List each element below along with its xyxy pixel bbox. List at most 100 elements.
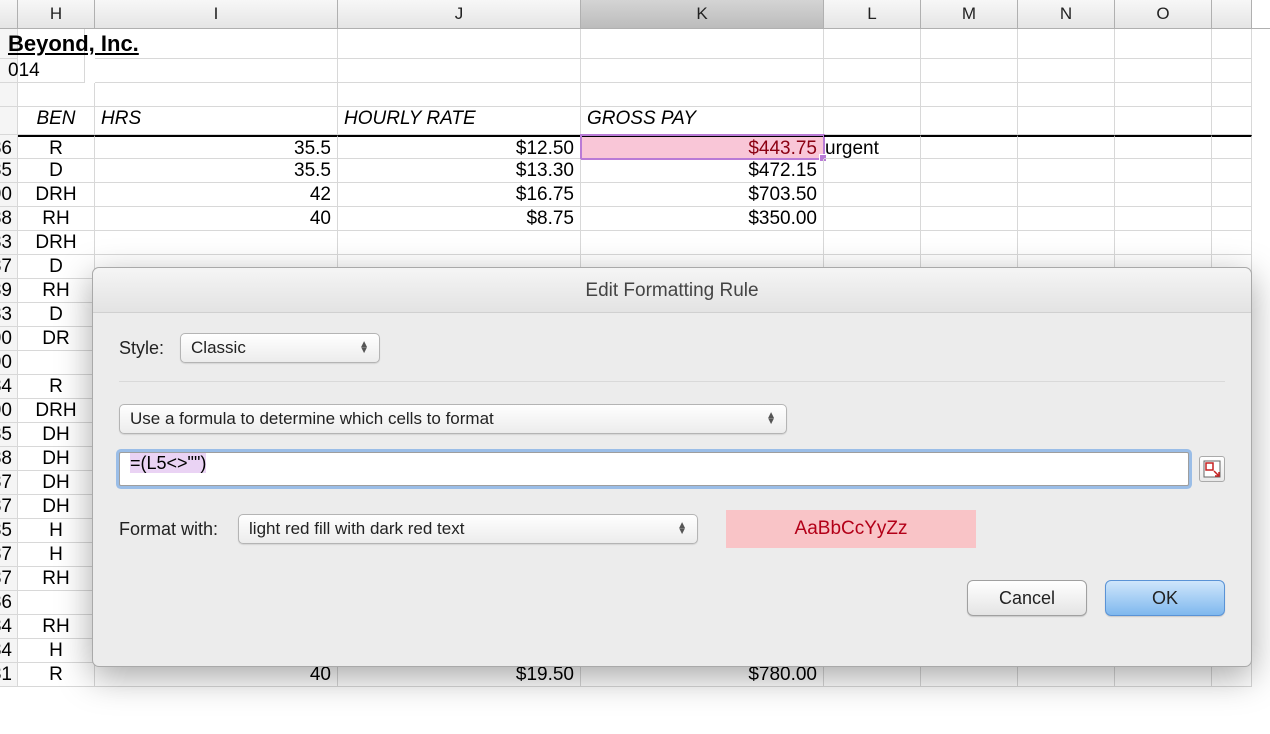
ok-button[interactable]: OK [1105, 580, 1225, 616]
cell[interactable] [1115, 59, 1212, 83]
cell[interactable]: RH087 [18, 567, 95, 591]
cell[interactable]: BEN [18, 107, 95, 135]
cell[interactable]: D087 [18, 255, 95, 279]
cell[interactable] [95, 29, 338, 59]
cell[interactable] [1212, 183, 1252, 207]
cell[interactable]: 35.5 [95, 135, 338, 159]
col-header-j[interactable]: J [338, 0, 581, 28]
formula-input[interactable]: =(L5<>"") [119, 452, 1189, 486]
cell[interactable]: DRH090 [18, 183, 95, 207]
cell[interactable] [581, 231, 824, 255]
cell[interactable]: DH087 [18, 471, 95, 495]
cell[interactable] [581, 29, 824, 59]
col-header-i[interactable]: I [95, 0, 338, 28]
cell[interactable] [1018, 135, 1115, 159]
cell[interactable]: $350.00 [581, 207, 824, 231]
cell[interactable] [1018, 107, 1115, 135]
cell[interactable]: $443.75urgent [581, 135, 824, 159]
cell[interactable] [1115, 207, 1212, 231]
cell[interactable]: D083 [18, 303, 95, 327]
cell[interactable] [824, 107, 921, 135]
cell[interactable]: RH084 [18, 615, 95, 639]
cell[interactable] [921, 231, 1018, 255]
cell[interactable]: DR090 [18, 327, 95, 351]
cell[interactable] [1212, 135, 1252, 159]
cell[interactable]: HRS [95, 107, 338, 135]
style-select[interactable]: Classic ▲▼ [180, 333, 380, 363]
cell[interactable] [1115, 107, 1212, 135]
cell[interactable]: 40 [95, 207, 338, 231]
cell[interactable]: HOURLY RATE [338, 107, 581, 135]
cell[interactable]: 42 [95, 183, 338, 207]
cell[interactable] [1212, 59, 1252, 83]
cell[interactable] [1115, 183, 1212, 207]
cell[interactable] [1115, 135, 1212, 159]
cancel-button[interactable]: Cancel [967, 580, 1087, 616]
cell[interactable]: $12.50 [338, 135, 581, 159]
cell[interactable] [1018, 183, 1115, 207]
cell[interactable]: R084 [18, 375, 95, 399]
cell[interactable] [18, 83, 95, 107]
cell[interactable] [824, 29, 921, 59]
row-header[interactable] [0, 107, 18, 135]
col-header-o[interactable]: O [1115, 0, 1212, 28]
cell[interactable]: RH088 [18, 207, 95, 231]
cell[interactable] [95, 59, 338, 83]
cell[interactable]: GROSS PAY [581, 107, 824, 135]
cell[interactable] [1018, 207, 1115, 231]
col-header-extra[interactable] [1212, 0, 1252, 28]
col-header-n[interactable]: N [1018, 0, 1115, 28]
cell[interactable] [1018, 159, 1115, 183]
cell[interactable] [1212, 207, 1252, 231]
cell[interactable]: DH085 [18, 423, 95, 447]
cell[interactable] [338, 231, 581, 255]
cell[interactable]: DH087 [18, 495, 95, 519]
cell[interactable] [921, 135, 1018, 159]
cell[interactable] [1018, 83, 1115, 107]
cell[interactable] [1212, 83, 1252, 107]
cell[interactable] [1115, 29, 1212, 59]
cell[interactable] [921, 107, 1018, 135]
cell[interactable]: $13.30 [338, 159, 581, 183]
cell[interactable]: DH088 [18, 447, 95, 471]
cell[interactable] [338, 59, 581, 83]
cell[interactable] [95, 83, 338, 107]
cell[interactable] [338, 29, 581, 59]
cell[interactable] [1212, 159, 1252, 183]
corner-cell[interactable] [0, 0, 18, 28]
cell[interactable]: DRH090 [18, 399, 95, 423]
cell[interactable] [921, 29, 1018, 59]
cell[interactable]: $16.75 [338, 183, 581, 207]
cell[interactable]: 086 [18, 591, 95, 615]
col-header-k[interactable]: K [581, 0, 824, 28]
rule-type-select[interactable]: Use a formula to determine which cells t… [119, 404, 787, 434]
cell[interactable] [1115, 231, 1212, 255]
cell[interactable] [824, 135, 921, 159]
cell[interactable] [1212, 29, 1252, 59]
cell[interactable] [95, 231, 338, 255]
cell[interactable] [1115, 159, 1212, 183]
cell[interactable] [1018, 231, 1115, 255]
col-header-m[interactable]: M [921, 0, 1018, 28]
cell[interactable]: $703.50 [581, 183, 824, 207]
cell[interactable]: 35.5 [95, 159, 338, 183]
cell[interactable]: R086 [18, 135, 95, 159]
cell[interactable] [824, 183, 921, 207]
cell[interactable]: H085 [18, 519, 95, 543]
col-header-l[interactable]: L [824, 0, 921, 28]
cell[interactable]: DRH083 [18, 231, 95, 255]
cell[interactable] [824, 207, 921, 231]
cell[interactable] [921, 159, 1018, 183]
cell[interactable] [1018, 59, 1115, 83]
cell[interactable] [921, 59, 1018, 83]
cell[interactable] [824, 159, 921, 183]
col-header-h[interactable]: H [18, 0, 95, 28]
cell[interactable] [1018, 29, 1115, 59]
cell[interactable] [1212, 107, 1252, 135]
cell[interactable] [1212, 231, 1252, 255]
cell[interactable]: RH089 [18, 279, 95, 303]
cell[interactable]: D085 [18, 159, 95, 183]
format-with-select[interactable]: light red fill with dark red text ▲▼ [238, 514, 698, 544]
cell[interactable]: $472.15 [581, 159, 824, 183]
row-header[interactable] [0, 83, 18, 107]
